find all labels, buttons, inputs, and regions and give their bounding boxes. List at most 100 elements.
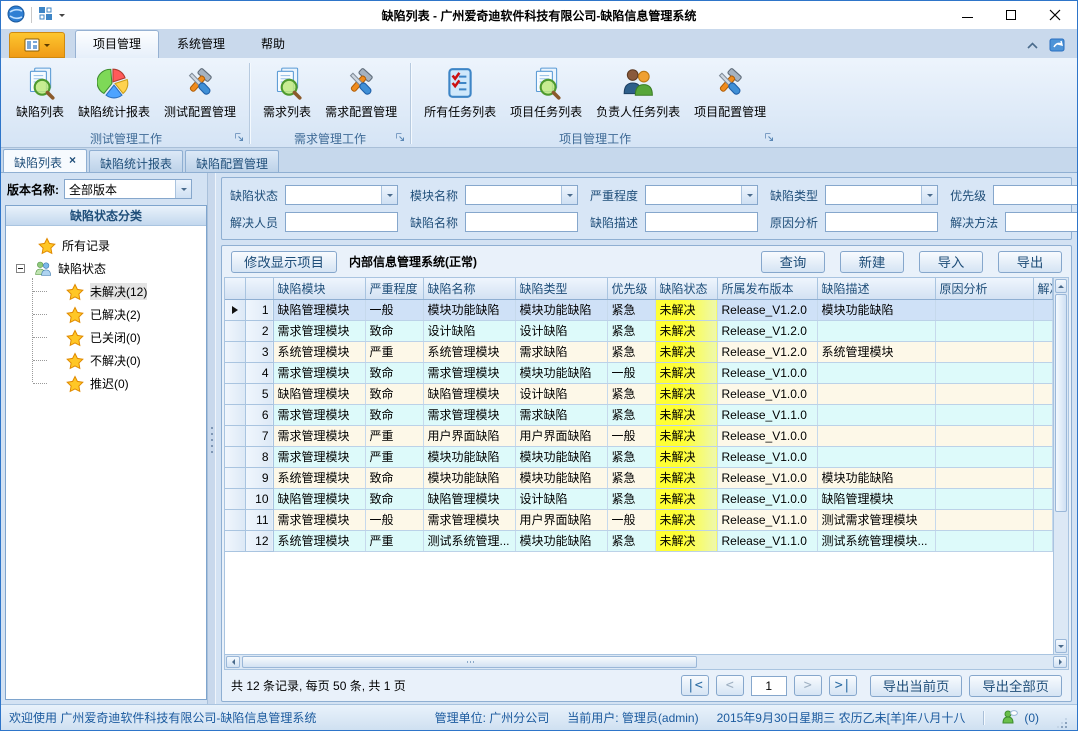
horizontal-scrollbar[interactable]: [224, 655, 1069, 670]
defect-type-combo[interactable]: [825, 185, 938, 205]
sidebar-splitter[interactable]: [207, 173, 216, 704]
export-button[interactable]: 导出: [998, 251, 1062, 273]
defect-description-input[interactable]: [645, 212, 758, 232]
requirement-config-mgmt-button[interactable]: 需求配置管理: [319, 62, 403, 122]
column-header[interactable]: 所属发布版本: [717, 278, 817, 299]
tree-item[interactable]: 所有记录: [6, 234, 206, 257]
document-tab-1[interactable]: 缺陷统计报表: [89, 150, 183, 172]
table-row[interactable]: 5 缺陷管理模块致命缺陷管理模块设计缺陷紧急未解决Release_V1.0.0: [225, 383, 1053, 404]
vertical-scroll-thumb[interactable]: [1055, 294, 1067, 512]
column-header[interactable]: 缺陷类型: [515, 278, 607, 299]
defect-name-input[interactable]: [465, 212, 578, 232]
document-tab-0[interactable]: 缺陷列表 ×: [3, 149, 87, 172]
column-header[interactable]: 缺陷描述: [817, 278, 935, 299]
dropdown-arrow-icon[interactable]: [561, 186, 577, 204]
scroll-left-icon[interactable]: [226, 656, 240, 668]
messages-user-icon[interactable]: [1002, 709, 1018, 727]
tree-expander-icon[interactable]: [16, 264, 25, 273]
table-row[interactable]: 8 需求管理模块严重模块功能缺陷模块功能缺陷紧急未解决Release_V1.0.…: [225, 446, 1053, 467]
priority-combo[interactable]: [993, 185, 1078, 205]
table-row[interactable]: 11 需求管理模块一般需求管理模块用户界面缺陷一般未解决Release_V1.1…: [225, 509, 1053, 530]
ribbon-tab-2[interactable]: 帮助: [243, 30, 303, 58]
tree-item[interactable]: 缺陷状态: [6, 257, 206, 280]
ribbon-tab-1[interactable]: 系统管理: [159, 30, 243, 58]
layout-grid-icon[interactable]: [38, 6, 53, 24]
new-button[interactable]: 新建: [840, 251, 904, 273]
column-header[interactable]: 缺陷模块: [273, 278, 365, 299]
table-row[interactable]: 9 系统管理模块致命模块功能缺陷模块功能缺陷紧急未解决Release_V1.0.…: [225, 467, 1053, 488]
close-button[interactable]: [1033, 2, 1077, 29]
dropdown-arrow-icon[interactable]: [741, 186, 757, 204]
table-row[interactable]: 10 缺陷管理模块致命缺陷管理模块设计缺陷紧急未解决Release_V1.0.0…: [225, 488, 1053, 509]
first-page-button[interactable]: |<: [681, 675, 709, 696]
close-tab-icon[interactable]: ×: [69, 154, 76, 172]
version-combo[interactable]: 全部版本: [64, 179, 192, 199]
requirement-list-button[interactable]: 需求列表: [257, 62, 317, 122]
import-button[interactable]: 导入: [919, 251, 983, 273]
resize-grip-icon[interactable]: [1057, 718, 1069, 730]
help-icon[interactable]: [1049, 37, 1067, 53]
dialog-launcher-icon[interactable]: [234, 132, 245, 143]
collapse-ribbon-icon[interactable]: [1026, 41, 1039, 50]
scroll-up-icon[interactable]: [1055, 279, 1067, 293]
ribbon-tab-0[interactable]: 项目管理: [75, 30, 159, 58]
column-header[interactable]: 原因分析: [935, 278, 1033, 299]
all-tasks-list-button[interactable]: 所有任务列表: [418, 62, 502, 122]
tree-item[interactable]: 推迟(0): [6, 372, 206, 395]
tree-item[interactable]: 已解决(2): [6, 303, 206, 326]
dropdown-arrow-icon[interactable]: [175, 180, 191, 198]
severity-combo[interactable]: [645, 185, 758, 205]
last-page-button[interactable]: >|: [829, 675, 857, 696]
dropdown-arrow-icon[interactable]: [59, 14, 65, 20]
scroll-right-icon[interactable]: [1053, 656, 1067, 668]
defect-status-combo[interactable]: [285, 185, 398, 205]
search-button[interactable]: 查询: [761, 251, 825, 273]
current-user-text: 当前用户: 管理员(admin): [567, 709, 698, 726]
cause-analysis-input[interactable]: [825, 212, 938, 232]
owner-tasks-list-button[interactable]: 负责人任务列表: [590, 62, 686, 122]
tree-item[interactable]: 未解决(12): [6, 280, 206, 303]
project-config-mgmt-button[interactable]: 项目配置管理: [688, 62, 772, 122]
export-all-pages-button[interactable]: 导出全部页: [969, 675, 1062, 697]
prev-page-button[interactable]: <: [716, 675, 744, 696]
tree-item[interactable]: 已关闭(0): [6, 326, 206, 349]
minimize-button[interactable]: [945, 2, 989, 29]
horizontal-scroll-thumb[interactable]: [242, 656, 697, 668]
table-row[interactable]: 1 缺陷管理模块一般模块功能缺陷模块功能缺陷紧急未解决Release_V1.2.…: [225, 299, 1053, 320]
tree-item[interactable]: 不解决(0): [6, 349, 206, 372]
dropdown-arrow-icon[interactable]: [921, 186, 937, 204]
next-page-button[interactable]: >: [794, 675, 822, 696]
resolver-input[interactable]: [285, 212, 398, 232]
messages-count[interactable]: (0): [1024, 711, 1039, 725]
table-cell: Release_V1.0.0: [717, 362, 817, 383]
defect-stats-report-button[interactable]: 缺陷统计报表: [72, 62, 156, 122]
dialog-launcher-icon[interactable]: [395, 132, 406, 143]
module-name-combo[interactable]: [465, 185, 578, 205]
column-header[interactable]: 严重程度: [365, 278, 423, 299]
page-number-input[interactable]: [751, 676, 787, 696]
table-row[interactable]: 3 系统管理模块严重系统管理模块需求缺陷紧急未解决Release_V1.2.0系…: [225, 341, 1053, 362]
modify-displayed-columns-button[interactable]: 修改显示项目: [231, 251, 337, 273]
column-header[interactable]: 缺陷状态: [655, 278, 717, 299]
solution-input[interactable]: [1005, 212, 1078, 232]
column-header[interactable]: 缺陷名称: [423, 278, 515, 299]
table-row[interactable]: 6 需求管理模块致命需求管理模块需求缺陷紧急未解决Release_V1.1.0: [225, 404, 1053, 425]
scroll-down-icon[interactable]: [1055, 639, 1067, 653]
table-row[interactable]: 12 系统管理模块严重测试系统管理...模块功能缺陷紧急未解决Release_V…: [225, 530, 1053, 551]
table-row[interactable]: 7 需求管理模块严重用户界面缺陷用户界面缺陷一般未解决Release_V1.0.…: [225, 425, 1053, 446]
vertical-scrollbar[interactable]: [1053, 278, 1068, 654]
dialog-launcher-icon[interactable]: [764, 132, 775, 143]
column-header[interactable]: 解决方法: [1033, 278, 1053, 299]
table-cell: Release_V1.1.0: [717, 530, 817, 551]
dropdown-arrow-icon[interactable]: [381, 186, 397, 204]
table-row[interactable]: 2 需求管理模块致命设计缺陷设计缺陷紧急未解决Release_V1.2.0: [225, 320, 1053, 341]
project-tasks-list-button[interactable]: 项目任务列表: [504, 62, 588, 122]
export-current-page-button[interactable]: 导出当前页: [870, 675, 963, 697]
column-header[interactable]: 优先级: [607, 278, 655, 299]
app-menu-button[interactable]: [9, 32, 65, 58]
table-row[interactable]: 4 需求管理模块致命需求管理模块模块功能缺陷一般未解决Release_V1.0.…: [225, 362, 1053, 383]
test-config-mgmt-button[interactable]: 测试配置管理: [158, 62, 242, 122]
defect-list-button[interactable]: 缺陷列表: [10, 62, 70, 122]
maximize-button[interactable]: [989, 2, 1033, 29]
document-tab-2[interactable]: 缺陷配置管理: [185, 150, 279, 172]
